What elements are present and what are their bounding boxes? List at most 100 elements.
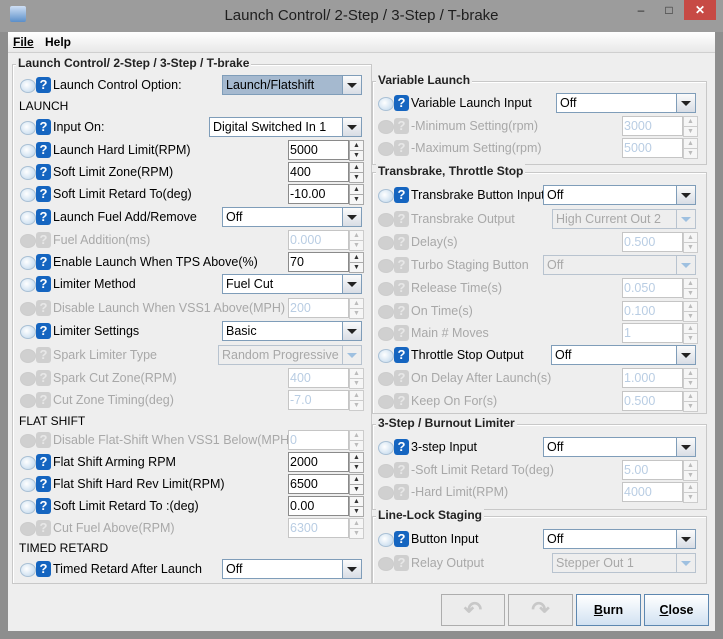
- maximize-button[interactable]: □: [655, 0, 683, 20]
- edit-icon[interactable]: [378, 97, 394, 111]
- spinner-down-icon[interactable]: ▼: [349, 194, 364, 205]
- help-icon[interactable]: ?: [36, 209, 51, 225]
- help-icon[interactable]: ?: [36, 498, 51, 514]
- help-icon[interactable]: ?: [394, 187, 409, 203]
- spinner-input[interactable]: -10.00: [288, 184, 349, 204]
- help-icon[interactable]: ?: [394, 347, 409, 363]
- dropdown-timed-retard-after-launch[interactable]: Off: [222, 559, 362, 579]
- chevron-down-icon[interactable]: [676, 438, 695, 456]
- close-button[interactable]: Close: [644, 594, 709, 626]
- edit-icon[interactable]: [378, 349, 394, 363]
- edit-icon[interactable]: [20, 563, 36, 577]
- spinner-input[interactable]: 5000: [288, 140, 349, 160]
- help-icon[interactable]: ?: [394, 531, 409, 547]
- chevron-down-icon[interactable]: [676, 554, 695, 572]
- dropdown-limiter-method[interactable]: Fuel Cut: [222, 274, 362, 294]
- help-icon[interactable]: ?: [36, 142, 51, 158]
- spinner-down-icon[interactable]: ▼: [349, 440, 364, 451]
- chevron-down-icon[interactable]: [676, 210, 695, 228]
- undo-button[interactable]: ↶: [441, 594, 505, 626]
- dropdown-launch-control-option[interactable]: Launch/Flatshift: [222, 75, 362, 95]
- help-icon[interactable]: ?: [36, 476, 51, 492]
- chevron-down-icon[interactable]: [676, 94, 695, 112]
- chevron-down-icon[interactable]: [676, 346, 695, 364]
- chevron-down-icon[interactable]: [342, 208, 361, 226]
- chevron-down-icon[interactable]: [342, 118, 361, 136]
- help-icon[interactable]: ?: [36, 323, 51, 339]
- spinner-down-icon[interactable]: ▼: [349, 462, 364, 473]
- dropdown-launch-fuel-add-remove[interactable]: Off: [222, 207, 362, 227]
- edit-icon[interactable]: [20, 278, 36, 292]
- chevron-down-icon[interactable]: [676, 186, 695, 204]
- chevron-down-icon[interactable]: [676, 256, 695, 274]
- spinner-down-icon[interactable]: ▼: [349, 150, 364, 161]
- edit-icon[interactable]: [20, 211, 36, 225]
- spinner-down-icon[interactable]: ▼: [683, 492, 698, 503]
- spinner-down-icon[interactable]: ▼: [349, 172, 364, 183]
- spinner-enable-launch-when-tps-above[interactable]: 70 ▲ ▼: [288, 252, 364, 273]
- spinner-down-icon[interactable]: ▼: [683, 401, 698, 412]
- help-icon[interactable]: ?: [36, 164, 51, 180]
- spinner-input[interactable]: 0.00: [288, 496, 349, 516]
- help-icon[interactable]: ?: [36, 276, 51, 292]
- close-window-button[interactable]: ✕: [684, 0, 716, 20]
- menu-help[interactable]: Help: [45, 35, 71, 49]
- edit-icon[interactable]: [20, 188, 36, 202]
- chevron-down-icon[interactable]: [342, 346, 361, 364]
- spinner-input[interactable]: 2000: [288, 452, 349, 472]
- dropdown-throttle-stop-output[interactable]: Off: [551, 345, 696, 365]
- redo-button[interactable]: ↷: [508, 594, 573, 626]
- help-icon[interactable]: ?: [36, 561, 51, 577]
- edit-icon[interactable]: [20, 456, 36, 470]
- edit-icon[interactable]: [20, 500, 36, 514]
- spinner-soft-limit-retard-to-deg[interactable]: -10.00 ▲ ▼: [288, 184, 364, 205]
- spinner-down-icon[interactable]: ▼: [683, 126, 698, 137]
- edit-icon[interactable]: [378, 189, 394, 203]
- spinner-soft-limit-retard-to-deg[interactable]: 0.00 ▲ ▼: [288, 496, 364, 517]
- spinner-input[interactable]: 70: [288, 252, 349, 272]
- spinner-down-icon[interactable]: ▼: [349, 240, 364, 251]
- chevron-down-icon[interactable]: [342, 76, 361, 94]
- spinner-flat-shift-hard-rev-limit-rpm[interactable]: 6500 ▲ ▼: [288, 474, 364, 495]
- dropdown-3-step-input[interactable]: Off: [543, 437, 696, 457]
- edit-icon[interactable]: [20, 121, 36, 135]
- spinner-down-icon[interactable]: ▼: [683, 470, 698, 481]
- edit-icon[interactable]: [20, 144, 36, 158]
- edit-icon[interactable]: [378, 533, 394, 547]
- spinner-down-icon[interactable]: ▼: [683, 148, 698, 159]
- spinner-input[interactable]: 400: [288, 162, 349, 182]
- help-icon[interactable]: ?: [36, 77, 51, 93]
- spinner-down-icon[interactable]: ▼: [683, 242, 698, 253]
- burn-button[interactable]: Burn: [576, 594, 641, 626]
- edit-icon[interactable]: [20, 256, 36, 270]
- help-icon[interactable]: ?: [36, 119, 51, 135]
- spinner-down-icon[interactable]: ▼: [683, 288, 698, 299]
- minimize-button[interactable]: –: [627, 0, 655, 20]
- chevron-down-icon[interactable]: [342, 322, 361, 340]
- edit-icon[interactable]: [20, 166, 36, 180]
- help-icon[interactable]: ?: [36, 186, 51, 202]
- spinner-down-icon[interactable]: ▼: [683, 378, 698, 389]
- spinner-flat-shift-arming-rpm[interactable]: 2000 ▲ ▼: [288, 452, 364, 473]
- spinner-down-icon[interactable]: ▼: [683, 333, 698, 344]
- dropdown-input-on[interactable]: Digital Switched In 1: [209, 117, 362, 137]
- dropdown-transbrake-button-input[interactable]: Off: [543, 185, 696, 205]
- spinner-launch-hard-limit-rpm[interactable]: 5000 ▲ ▼: [288, 140, 364, 161]
- chevron-down-icon[interactable]: [342, 275, 361, 293]
- spinner-down-icon[interactable]: ▼: [349, 378, 364, 389]
- spinner-down-icon[interactable]: ▼: [349, 528, 364, 539]
- menu-file[interactable]: File: [13, 35, 34, 49]
- edit-icon[interactable]: [378, 441, 394, 455]
- dropdown-variable-launch-input[interactable]: Off: [556, 93, 696, 113]
- spinner-down-icon[interactable]: ▼: [349, 262, 364, 273]
- chevron-down-icon[interactable]: [342, 560, 361, 578]
- edit-icon[interactable]: [20, 79, 36, 93]
- spinner-down-icon[interactable]: ▼: [349, 400, 364, 411]
- help-icon[interactable]: ?: [394, 95, 409, 111]
- spinner-down-icon[interactable]: ▼: [349, 308, 364, 319]
- help-icon[interactable]: ?: [36, 454, 51, 470]
- dropdown-button-input[interactable]: Off: [543, 529, 696, 549]
- chevron-down-icon[interactable]: [676, 530, 695, 548]
- spinner-down-icon[interactable]: ▼: [349, 484, 364, 495]
- spinner-down-icon[interactable]: ▼: [683, 311, 698, 322]
